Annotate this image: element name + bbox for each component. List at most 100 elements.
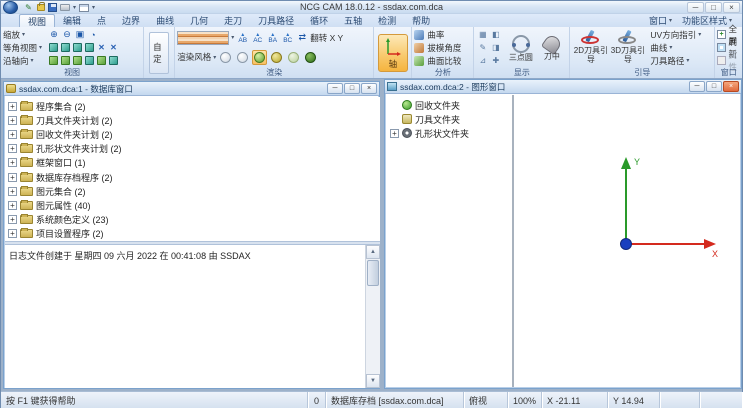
render-shaded-edges-icon[interactable] — [269, 50, 284, 65]
tree-item-hole-shape-folder[interactable]: +孔形状文件夹 — [390, 126, 512, 140]
toolpath-guide-menu[interactable]: 刀具路径▾ — [650, 54, 701, 67]
expand-icon[interactable]: + — [8, 173, 17, 182]
maximize-button[interactable]: □ — [705, 2, 722, 13]
zoom-menu[interactable]: 缩放▾ — [3, 29, 47, 41]
zoom-out-icon[interactable]: ⊖ — [61, 29, 73, 40]
expand-icon[interactable]: + — [8, 187, 17, 196]
zoom-box-icon[interactable]: ▣ — [74, 29, 86, 40]
maximize-button[interactable]: □ — [706, 81, 722, 92]
zoom-previous-icon[interactable]: ◔ — [87, 29, 99, 40]
window-menu[interactable]: 窗口▾ — [649, 14, 672, 27]
render-style-preview[interactable] — [177, 31, 229, 45]
fit-view-icon[interactable]: ✕ — [96, 43, 107, 52]
axis-view-icon[interactable] — [61, 56, 70, 65]
along-axis-menu[interactable]: 沿轴向▾ — [3, 55, 47, 67]
axis-view-icon[interactable] — [49, 56, 58, 65]
uv-direction-guide-menu[interactable]: UV方向指引▾ — [650, 28, 701, 41]
tree-item-tool-folder[interactable]: 刀具文件夹 — [390, 112, 512, 126]
iso-view-icon[interactable] — [61, 43, 70, 52]
tab-passes[interactable]: 走刀 — [216, 14, 250, 27]
curvature-button[interactable]: 曲率 — [414, 28, 471, 41]
tab-cycle[interactable]: 循环 — [302, 14, 336, 27]
properties-button[interactable]: 属性 — [717, 54, 740, 67]
chevron-down-icon[interactable]: ▾ — [231, 34, 234, 41]
tab-curve[interactable]: 曲线 — [148, 14, 182, 27]
axis-view-icon[interactable] — [73, 56, 82, 65]
tool-center-button[interactable]: 刀中 — [536, 33, 567, 62]
tree-item-recycle-folder[interactable]: 回收文件夹 — [390, 98, 512, 112]
three-point-circle-button[interactable]: 三点圆 — [505, 32, 536, 63]
tree-item-tool-folder-plan[interactable]: +刀具文件夹计划 (2) — [8, 113, 380, 127]
tree-item-project-settings[interactable]: +项目设置程序 (2) — [8, 227, 380, 241]
render-style-menu[interactable]: 渲染风格▾ — [177, 51, 216, 63]
display-icon[interactable]: ▦ — [476, 28, 489, 41]
guide-3d-button[interactable]: 3D刀具引导 — [609, 28, 646, 67]
display-icon[interactable]: ◧ — [489, 28, 502, 41]
flip-xy-button[interactable]: 翻转 X Y — [310, 32, 343, 44]
tab-inspect[interactable]: 检测 — [370, 14, 404, 27]
close-button[interactable]: × — [723, 2, 740, 13]
render-wireframe-icon[interactable] — [218, 50, 233, 65]
scrollbar-thumb[interactable] — [367, 260, 379, 286]
iso-view-icon[interactable] — [85, 43, 94, 52]
view-pair-ac-icon[interactable]: AC — [251, 32, 264, 45]
expand-icon[interactable]: + — [8, 158, 17, 167]
tab-geometry[interactable]: 几何 — [182, 14, 216, 27]
tree-item-hole-folder-plan[interactable]: +孔形状文件夹计划 (2) — [8, 142, 380, 156]
scroll-down-icon[interactable]: ▼ — [366, 374, 380, 388]
render-shaded-icon[interactable] — [252, 50, 267, 65]
curve-guide-menu[interactable]: 曲线▾ — [650, 41, 701, 54]
render-hidden-icon[interactable] — [235, 50, 250, 65]
database-window-titlebar[interactable]: ssdax.com.dca:1 - 数据库窗口 ─ □ × — [4, 82, 379, 96]
axis-view-icon[interactable] — [109, 56, 118, 65]
view-pair-ba-icon[interactable]: BA — [266, 32, 279, 45]
tab-point[interactable]: 点 — [89, 14, 114, 27]
view-pair-bc-icon[interactable]: BC — [281, 32, 294, 45]
tab-edit[interactable]: 编辑 — [55, 14, 89, 27]
tab-help[interactable]: 帮助 — [404, 14, 438, 27]
surface-compare-button[interactable]: 曲面比较 — [414, 54, 471, 67]
ribbon-style-menu[interactable]: 功能区样式▾ — [682, 14, 732, 27]
expand-icon[interactable]: + — [8, 116, 17, 125]
expand-icon[interactable]: + — [8, 102, 17, 111]
minimize-button[interactable]: ─ — [689, 81, 705, 92]
view-pair-ab-icon[interactable]: AB — [236, 32, 249, 45]
scroll-up-icon[interactable]: ▲ — [366, 245, 380, 259]
render-translucent-icon[interactable] — [286, 50, 301, 65]
tab-view[interactable]: 视图 — [19, 14, 55, 27]
minimize-button[interactable]: ─ — [327, 83, 343, 94]
expand-icon[interactable]: + — [8, 201, 17, 210]
axis-toggle-button[interactable]: 轴 — [378, 34, 408, 72]
axis-view-icon[interactable] — [85, 56, 94, 65]
display-icon[interactable]: ⊿ — [476, 54, 489, 67]
tree-item-element-set[interactable]: +图元集合 (2) — [8, 184, 380, 198]
tree-item-recycle-folder-plan[interactable]: +回收文件夹计划 (2) — [8, 127, 380, 141]
iso-view-icon[interactable] — [49, 43, 58, 52]
custom-button[interactable]: 自定 — [149, 32, 169, 74]
tree-item-db-archive[interactable]: +数据库存档程序 (2) — [8, 170, 380, 184]
expand-icon[interactable]: + — [8, 130, 17, 139]
display-icon[interactable]: ✎ — [476, 41, 489, 54]
tree-item-program-set[interactable]: +程序集合 (2) — [8, 99, 380, 113]
display-icon[interactable]: ◨ — [489, 41, 502, 54]
tree-item-system-colors[interactable]: +系统颜色定义 (23) — [8, 213, 380, 227]
tab-boundary[interactable]: 边界 — [114, 14, 148, 27]
expand-icon[interactable]: + — [8, 229, 17, 238]
tab-toolpath[interactable]: 刀具路径 — [250, 14, 302, 27]
expand-icon[interactable]: + — [390, 129, 399, 138]
tree-item-element-props[interactable]: +图元属性 (40) — [8, 198, 380, 212]
iso-view-icon[interactable] — [73, 43, 82, 52]
display-icon[interactable]: ✚ — [489, 54, 502, 67]
iso-view-menu[interactable]: 等角视图▾ — [3, 42, 47, 54]
close-button[interactable]: × — [361, 83, 377, 94]
draft-angle-button[interactable]: 拔模角度 — [414, 41, 471, 54]
tab-5axis[interactable]: 五轴 — [336, 14, 370, 27]
render-solid-icon[interactable] — [303, 50, 318, 65]
graphics-canvas[interactable]: Y X — [514, 95, 740, 387]
maximize-button[interactable]: □ — [344, 83, 360, 94]
close-button[interactable]: × — [723, 81, 739, 92]
axis-view-icon[interactable] — [97, 56, 106, 65]
expand-icon[interactable]: + — [8, 215, 17, 224]
zoom-in-icon[interactable]: ⊕ — [48, 29, 60, 40]
flip-icon[interactable]: ⇄ — [296, 32, 308, 43]
